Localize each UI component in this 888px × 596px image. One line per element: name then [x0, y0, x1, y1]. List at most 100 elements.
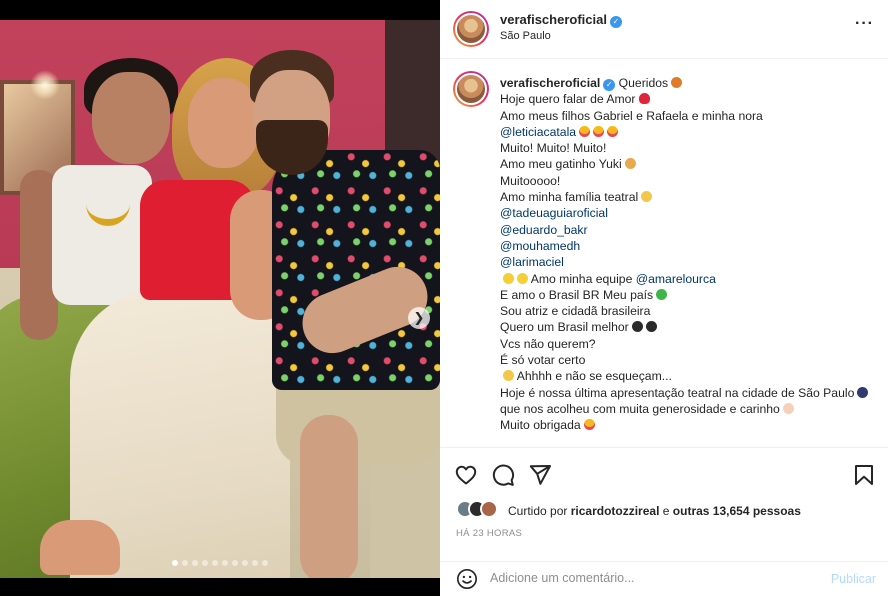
folded-hands-icon: [782, 402, 794, 414]
person-middle-feet: [40, 520, 120, 575]
caption-line: Muito obrigada: [500, 417, 880, 433]
caption-line: Muitooooo!: [500, 173, 880, 189]
butterfly-icon: [671, 77, 683, 88]
photo-lamp: [30, 70, 60, 100]
red-heart-icon: [638, 93, 650, 105]
carousel-dot: [172, 560, 178, 566]
caption-text: Queridos: [618, 76, 669, 90]
likes-prefix: Curtido por: [508, 504, 568, 518]
carousel-dot: [222, 560, 228, 566]
caption-text: Ahhhh e não se esqueçam...: [516, 369, 672, 384]
caption-line: que nos acolheu com muita generosidade e…: [500, 401, 880, 417]
caption-text: Hoje quero falar de Amor: [500, 92, 636, 107]
heart-eyes-icon: [583, 419, 595, 431]
paw-prints-icon: [645, 321, 657, 333]
caption-text: Vcs não querem?: [500, 336, 596, 351]
caption-text: Amo minha família teatral: [500, 190, 639, 205]
caption-text-after: Yuki: [598, 157, 622, 172]
caption-line: verafischeroficial ✓ Queridos: [500, 75, 880, 91]
caption-line: @mouhamedh: [500, 238, 880, 254]
caption-line: Sou atriz e cidadã brasileira: [500, 303, 880, 319]
likes-middle: e: [662, 504, 670, 518]
caption-text: Muitooooo!: [500, 173, 561, 188]
mention-link[interactable]: @amarelourca: [636, 272, 716, 286]
mention-link[interactable]: @mouhamedh: [500, 239, 580, 253]
more-options-icon[interactable]: ···: [855, 15, 874, 33]
caption-line: Amo minha equipe @amarelourca: [500, 271, 880, 287]
caption-text: Muito! Muito! Muito!: [500, 141, 607, 156]
caption-text: Hoje é nossa última apresentação teatral…: [500, 385, 855, 400]
caption-line: @larimaciel: [500, 254, 880, 270]
post-timestamp[interactable]: HÁ 23 HORAS: [456, 528, 522, 539]
performing-arts-icon: [503, 370, 514, 382]
caption-line: @leticiacatala: [500, 124, 880, 140]
carousel-dot: [232, 560, 238, 566]
verified-badge-icon: ✓: [609, 16, 622, 28]
comment-icon[interactable]: [491, 463, 515, 487]
caption-line: É só votar certo: [500, 352, 880, 368]
caption-line: Hoje é nossa última apresentação teatral…: [500, 385, 880, 401]
caption-text-after: Meu país: [602, 287, 654, 302]
caption-text-before: E amo o Brasil: [500, 287, 580, 302]
caption-line: Amo meus filhos Gabriel e Rafaela e minh…: [500, 108, 880, 124]
verified-badge-icon: ✓: [603, 79, 616, 91]
post-photo[interactable]: ❯: [0, 20, 440, 578]
likes-summary: Curtido por ricardotozzireal e outras 13…: [508, 504, 801, 518]
cat-icon: [624, 158, 636, 170]
header-avatar[interactable]: [453, 11, 489, 47]
mention-link[interactable]: @leticiacatala: [500, 125, 576, 139]
header-username[interactable]: verafischeroficial: [500, 12, 607, 27]
bookmark-icon[interactable]: [852, 463, 876, 487]
post-sidebar: verafischeroficial ✓ São Paulo ··· verafi…: [440, 0, 888, 596]
mention-link[interactable]: @eduardo_bakr: [500, 223, 588, 237]
caption-text: Amo meus filhos Gabriel e Rafaela e minh…: [500, 108, 763, 123]
publish-button[interactable]: Publicar: [831, 572, 876, 586]
caption-text: Muito obrigada: [500, 418, 581, 433]
carousel-dot: [252, 560, 258, 566]
carousel-dots: [0, 560, 440, 566]
performing-arts-icon: [641, 191, 653, 203]
carousel-dot: [202, 560, 208, 566]
caption-line: Hoje quero falar de Amor: [500, 91, 880, 107]
mention-link[interactable]: @tadeuaguiaroficial: [500, 206, 608, 220]
caption-text: verafischeroficial ✓ Queridos Hoje quero f…: [500, 75, 880, 434]
comment-input[interactable]: [490, 571, 790, 585]
send-icon[interactable]: [528, 463, 552, 487]
heart-icon[interactable]: [454, 463, 478, 487]
post-header: verafischeroficial ✓ São Paulo ···: [440, 0, 888, 59]
likes-user-link[interactable]: ricardotozzireal: [571, 504, 660, 518]
chevron-right-icon: ❯: [413, 310, 425, 325]
photo-panel: ❯: [0, 0, 440, 596]
person-left-head: [92, 72, 170, 164]
person-left-top: [52, 165, 152, 305]
emoji-picker-icon[interactable]: [456, 568, 478, 590]
smiling-face-with-hearts-icon: [579, 125, 591, 137]
avatar-image: [455, 73, 487, 105]
header-username-row: verafischeroficial ✓: [500, 12, 622, 28]
yellow-heart-icon: [503, 272, 514, 284]
person-right-leg: [300, 415, 358, 578]
caption-line: Ahhhh e não se esqueçam...: [500, 368, 880, 384]
mention-link[interactable]: @larimaciel: [500, 255, 564, 269]
caption-username: verafischeroficial: [500, 76, 601, 90]
liked-by-avatars[interactable]: [456, 500, 506, 520]
caption-text: Quero um Brasil melhor: [500, 320, 629, 335]
carousel-dot: [242, 560, 248, 566]
header-location[interactable]: São Paulo: [500, 30, 551, 42]
flag-br-icon: BR: [582, 287, 600, 302]
carousel-dot: [192, 560, 198, 566]
caption-line: @eduardo_bakr: [500, 222, 880, 238]
carousel-next-button[interactable]: ❯: [408, 307, 430, 329]
smiling-face-with-hearts-icon: [607, 125, 619, 137]
avatar: [480, 500, 498, 518]
caption-text: Amo minha equipe: [530, 271, 633, 286]
carousel-dot: [262, 560, 268, 566]
caption-text: Sou atriz e cidadã brasileira: [500, 304, 651, 319]
green-heart-icon: [656, 288, 668, 300]
caption-avatar[interactable]: [453, 71, 489, 107]
likes-others-link[interactable]: outras 13,654 pessoas: [673, 504, 801, 518]
night-with-stars-icon: [857, 386, 869, 398]
person-right-shirt: [272, 150, 440, 390]
caption-text: que nos acolheu com muita generosidade e…: [500, 401, 780, 416]
caption-text: É só votar certo: [500, 353, 586, 368]
